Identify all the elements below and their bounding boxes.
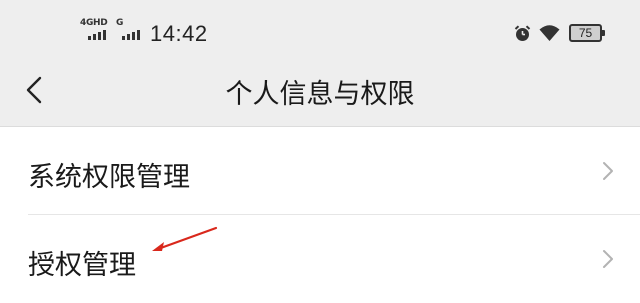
list-item-authorization-management[interactable]: 授权管理 <box>0 215 640 303</box>
alarm-icon <box>514 25 531 41</box>
network-type-primary: 4GHD <box>80 18 108 28</box>
battery-icon: 75 <box>569 24 605 42</box>
signal-bars-icon <box>88 30 106 40</box>
signal-bars-icon <box>122 30 140 40</box>
list-item-label: 系统权限管理 <box>28 162 190 193</box>
settings-list: 系统权限管理 授权管理 <box>0 127 640 303</box>
chevron-right-icon <box>603 162 613 180</box>
status-time: 14:42 <box>150 21 208 46</box>
red-arrow-annotation <box>152 226 218 251</box>
top-area: 4GHD G 14:42 75 个人信息与权限 <box>0 0 640 127</box>
status-bar: 4GHD G 14:42 75 <box>0 0 640 62</box>
network-type-secondary: G <box>116 18 124 28</box>
signal-icon-secondary: G <box>116 18 140 40</box>
navigation-bar: 个人信息与权限 <box>0 62 640 126</box>
list-item-label: 授权管理 <box>28 250 136 281</box>
battery-level: 75 <box>578 26 593 40</box>
wifi-icon <box>539 25 560 41</box>
list-item-system-permissions[interactable]: 系统权限管理 <box>0 127 640 215</box>
chevron-right-icon <box>603 250 613 268</box>
page-title: 个人信息与权限 <box>225 79 415 110</box>
signal-icon-primary: 4GHD <box>80 18 108 40</box>
